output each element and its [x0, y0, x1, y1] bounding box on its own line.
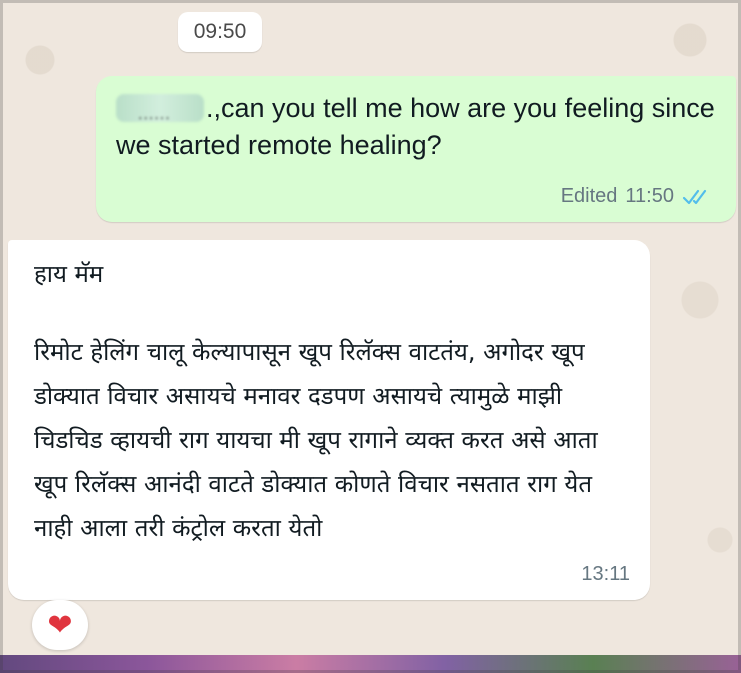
- outgoing-message-meta: Edited 11:50: [561, 185, 712, 208]
- outgoing-message-body: .,can you tell me how are you feeling si…: [116, 93, 715, 160]
- chat-window: 09:50 ...... .,can you tell me how are y…: [0, 0, 741, 673]
- time-chip-label: 09:50: [193, 20, 247, 43]
- incoming-message-bubble[interactable]: हाय मॅम रिमोट हेलिंग चालू केल्यापासून खू…: [8, 240, 650, 600]
- outgoing-message-text: ...... .,can you tell me how are you fee…: [116, 90, 716, 164]
- double-check-icon: [682, 189, 707, 204]
- outgoing-message-bubble[interactable]: ...... .,can you tell me how are you fee…: [96, 76, 736, 222]
- edited-label: Edited: [560, 185, 618, 207]
- redacted-name: ......: [116, 94, 204, 123]
- incoming-message-time: 13:11: [581, 563, 630, 585]
- time-chip: 09:50: [178, 12, 262, 52]
- incoming-message-greeting: हाय मॅम: [34, 260, 104, 288]
- heart-reaction[interactable]: ❤: [32, 600, 88, 650]
- background-photo-edge: [0, 655, 741, 673]
- incoming-message-body: रिमोट हेलिंग चालू केल्यापासून खूप रिलॅक्…: [34, 338, 598, 542]
- outgoing-message-time: 11:50: [625, 185, 674, 207]
- heart-icon: ❤: [47, 607, 73, 643]
- redacted-name-dots: ......: [138, 106, 171, 123]
